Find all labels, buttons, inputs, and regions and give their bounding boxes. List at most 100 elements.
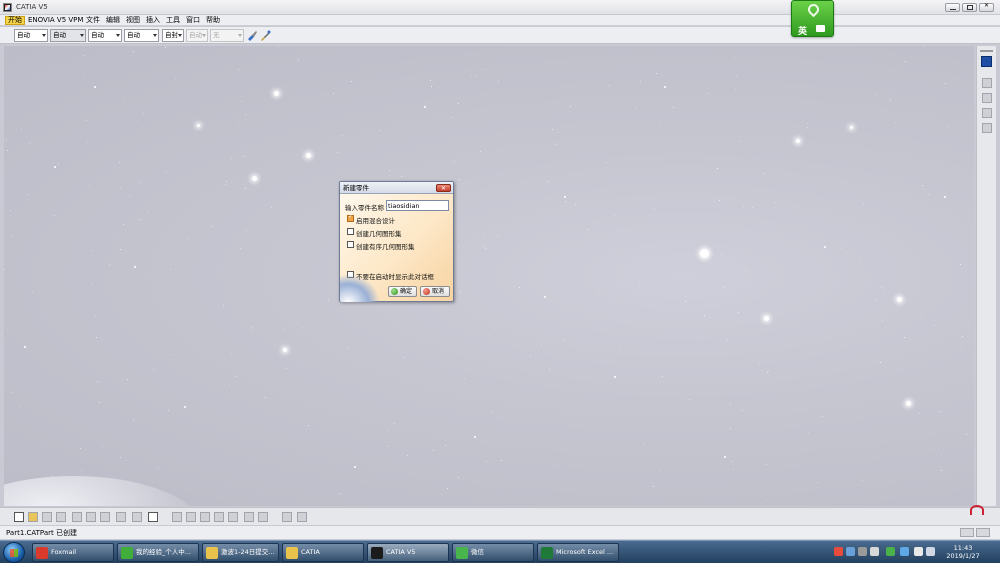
layer-select[interactable]: 无	[210, 29, 244, 42]
star-dust	[387, 431, 388, 432]
part-body-icon[interactable]	[982, 78, 992, 88]
view-mode-icon[interactable]	[258, 512, 268, 522]
menu-start[interactable]: 开始	[5, 16, 25, 25]
flag-icon[interactable]	[914, 547, 923, 556]
menu-view[interactable]: 视图	[124, 16, 142, 25]
clock-time: 11:43	[953, 544, 973, 552]
format-painter-icon[interactable]	[260, 30, 271, 41]
zoom-in-icon[interactable]	[228, 512, 238, 522]
star-dust	[643, 444, 644, 445]
new-file-icon[interactable]	[14, 512, 24, 522]
star-dust	[863, 203, 864, 204]
star-dust	[120, 188, 121, 189]
swap-space-icon[interactable]	[297, 512, 307, 522]
menu-enovia[interactable]: ENOVIA V5 VPM	[26, 16, 85, 25]
network-icon[interactable]	[900, 547, 909, 556]
star-dust	[99, 402, 100, 403]
ime-language-badge[interactable]: 英	[791, 0, 834, 37]
star-dust	[476, 75, 477, 76]
status-panel-icon[interactable]	[960, 528, 974, 537]
render-style-select[interactable]: 自动	[186, 29, 208, 42]
taskbar-folder-catia[interactable]: CATIA	[282, 543, 364, 562]
taskbar-folder-1[interactable]: 激波1-24日提交...	[202, 543, 279, 562]
menu-file[interactable]: 文件	[84, 16, 102, 25]
part-name-input[interactable]	[386, 200, 449, 211]
geometrical-set-checkbox[interactable]	[347, 228, 354, 235]
star-dust	[220, 224, 221, 225]
pocket-icon[interactable]	[982, 123, 992, 133]
cancel-button[interactable]: 取消	[420, 286, 450, 297]
whats-this-icon[interactable]	[148, 512, 158, 522]
fly-mode-icon[interactable]	[172, 512, 182, 522]
fit-all-icon[interactable]	[186, 512, 196, 522]
pad-icon[interactable]	[982, 108, 992, 118]
star-dust	[704, 315, 705, 316]
transparency-select[interactable]: 自动	[50, 29, 86, 42]
workbench-icon[interactable]	[981, 56, 992, 67]
background-star	[850, 126, 853, 129]
toolbar-grip[interactable]	[980, 50, 993, 52]
copy-icon[interactable]	[86, 512, 96, 522]
status-panel-icon[interactable]	[976, 528, 990, 537]
star-dust	[659, 123, 660, 124]
taskbar-browser[interactable]: 我的经验_个人中...	[117, 543, 199, 562]
normal-view-icon[interactable]	[244, 512, 254, 522]
save-icon[interactable]	[42, 512, 52, 522]
rotate-icon[interactable]	[214, 512, 224, 522]
tray-icon[interactable]	[846, 547, 855, 556]
taskbar-excel[interactable]: Microsoft Excel ...	[537, 543, 619, 562]
star-dust	[498, 81, 499, 82]
undo-icon[interactable]	[116, 512, 126, 522]
point-symbol-select[interactable]: 自封	[162, 29, 184, 42]
line-type-select[interactable]: 自动	[124, 29, 159, 42]
menu-tools[interactable]: 工具	[164, 16, 182, 25]
paint-brush-icon[interactable]	[247, 30, 258, 41]
dialog-close-button[interactable]: ✕	[436, 184, 451, 192]
volume-icon[interactable]	[926, 547, 935, 556]
print-icon[interactable]	[56, 512, 66, 522]
taskbar-catia-v5[interactable]: CATIA V5	[367, 543, 449, 562]
star-dust	[449, 442, 450, 443]
menu-help[interactable]: 帮助	[204, 16, 222, 25]
star-dust	[109, 264, 110, 265]
ordered-geometrical-set-checkbox[interactable]	[347, 241, 354, 248]
star-dust	[147, 211, 148, 212]
star-dust	[231, 353, 232, 354]
star-dust	[698, 338, 699, 339]
star-dust	[483, 246, 484, 247]
menu-insert[interactable]: 插入	[144, 16, 162, 25]
menu-edit[interactable]: 编辑	[104, 16, 122, 25]
start-button[interactable]	[3, 542, 25, 563]
minimize-button[interactable]	[945, 3, 960, 12]
menu-window[interactable]: 窗口	[184, 16, 202, 25]
star-dust	[764, 173, 765, 174]
taskbar-clock[interactable]: 11:43 2019/1/27	[938, 544, 988, 560]
line-thickness-select[interactable]: 自动	[88, 29, 122, 42]
star-dust	[659, 471, 660, 472]
taskbar-foxmail[interactable]: Foxmail	[32, 543, 114, 562]
paste-icon[interactable]	[100, 512, 110, 522]
taskbar-wechat[interactable]: 微信	[452, 543, 534, 562]
ok-button[interactable]: 确定	[388, 286, 417, 297]
hide-show-icon[interactable]	[282, 512, 292, 522]
close-icon	[984, 2, 990, 10]
cut-icon[interactable]	[72, 512, 82, 522]
star-dust	[380, 130, 381, 131]
sketch-icon[interactable]	[982, 93, 992, 103]
tray-icon[interactable]	[858, 547, 867, 556]
ime-tray-icon[interactable]	[834, 547, 843, 556]
pan-icon[interactable]	[200, 512, 210, 522]
show-hidden-icons-icon[interactable]	[870, 547, 879, 556]
close-window-button[interactable]	[979, 2, 994, 12]
star-dust	[252, 329, 253, 330]
3d-viewport[interactable]	[4, 46, 974, 506]
color-select[interactable]: 自动	[14, 29, 48, 42]
maximize-button[interactable]	[962, 3, 977, 12]
redo-icon[interactable]	[132, 512, 142, 522]
tray-icon[interactable]	[886, 547, 895, 556]
star-dust	[113, 196, 114, 197]
star-dust	[284, 329, 285, 330]
star-dust	[484, 238, 485, 239]
hybrid-design-checkbox[interactable]	[347, 213, 354, 222]
open-file-icon[interactable]	[28, 512, 38, 522]
